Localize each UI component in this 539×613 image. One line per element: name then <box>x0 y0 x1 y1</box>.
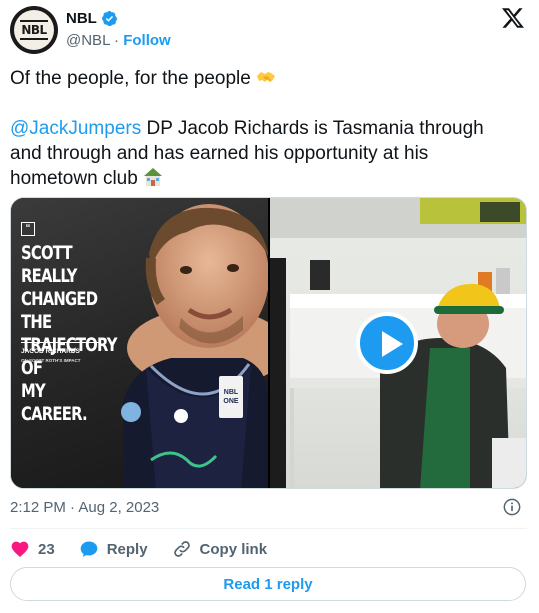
info-icon[interactable] <box>503 498 521 516</box>
copy-link-button[interactable]: Copy link <box>172 539 268 559</box>
link-icon <box>173 541 190 557</box>
reply-button[interactable]: Reply <box>79 539 148 559</box>
copy-link-label: Copy link <box>199 540 268 558</box>
read-replies-button[interactable]: Read 1 reply <box>10 567 526 601</box>
jersey-badge-bottom: ONE <box>223 398 239 405</box>
caption-divider <box>21 342 99 343</box>
jersey-badge-top: NBL <box>223 389 239 396</box>
media-image-jacob-richards[interactable]: “ SCOTT REALLY CHANGED THE TRAJECTORY OF… <box>11 198 268 488</box>
play-icon <box>382 331 403 357</box>
like-count: 23 <box>38 540 55 558</box>
quote-icon: “ <box>21 222 35 236</box>
follow-button[interactable]: Follow <box>123 32 171 49</box>
handle-separator: · <box>109 32 124 49</box>
jersey-nbl-badge: NBL ONE <box>219 376 243 418</box>
display-name[interactable]: NBL <box>66 10 97 27</box>
action-bar: 23 Reply Copy link <box>10 538 291 560</box>
avatar-logo: NBL <box>14 10 54 50</box>
heart-icon <box>11 541 29 557</box>
house-emoji-icon <box>144 168 163 186</box>
mention-jackjumpers[interactable]: @JackJumpers <box>10 118 141 139</box>
tweet-line-1: Of the people, for the people <box>10 68 251 89</box>
x-logo-icon[interactable] <box>501 6 525 30</box>
avatar-logo-text: NBL <box>20 20 48 40</box>
caption-subtitle: ON SCOTT ROTH'S IMPACT <box>21 358 81 363</box>
like-button[interactable]: 23 <box>10 539 55 559</box>
reply-bubble-icon <box>80 541 98 557</box>
caption-name: JACOB RICHARDS <box>21 348 80 355</box>
handle-row: @NBL · Follow <box>66 32 171 49</box>
divider <box>10 528 527 529</box>
media-grid[interactable]: “ SCOTT REALLY CHANGED THE TRAJECTORY OF… <box>10 197 527 489</box>
play-video-button[interactable] <box>356 312 418 374</box>
avatar[interactable]: NBL <box>10 6 58 54</box>
tweet-text: Of the people, for the people @JackJumpe… <box>10 66 520 191</box>
verified-badge-icon <box>101 10 118 27</box>
reply-label: Reply <box>106 540 148 558</box>
handshake-emoji-icon <box>257 72 276 82</box>
name-row: NBL <box>66 10 118 27</box>
tweet-header: NBL NBL @NBL · Follow <box>10 6 529 54</box>
tweet-timestamp[interactable]: 2:12 PM · Aug 2, 2023 <box>10 499 159 516</box>
handle[interactable]: @NBL <box>66 32 110 49</box>
quote-headline: SCOTT REALLY CHANGED THE TRAJECTORY OF M… <box>21 242 118 425</box>
